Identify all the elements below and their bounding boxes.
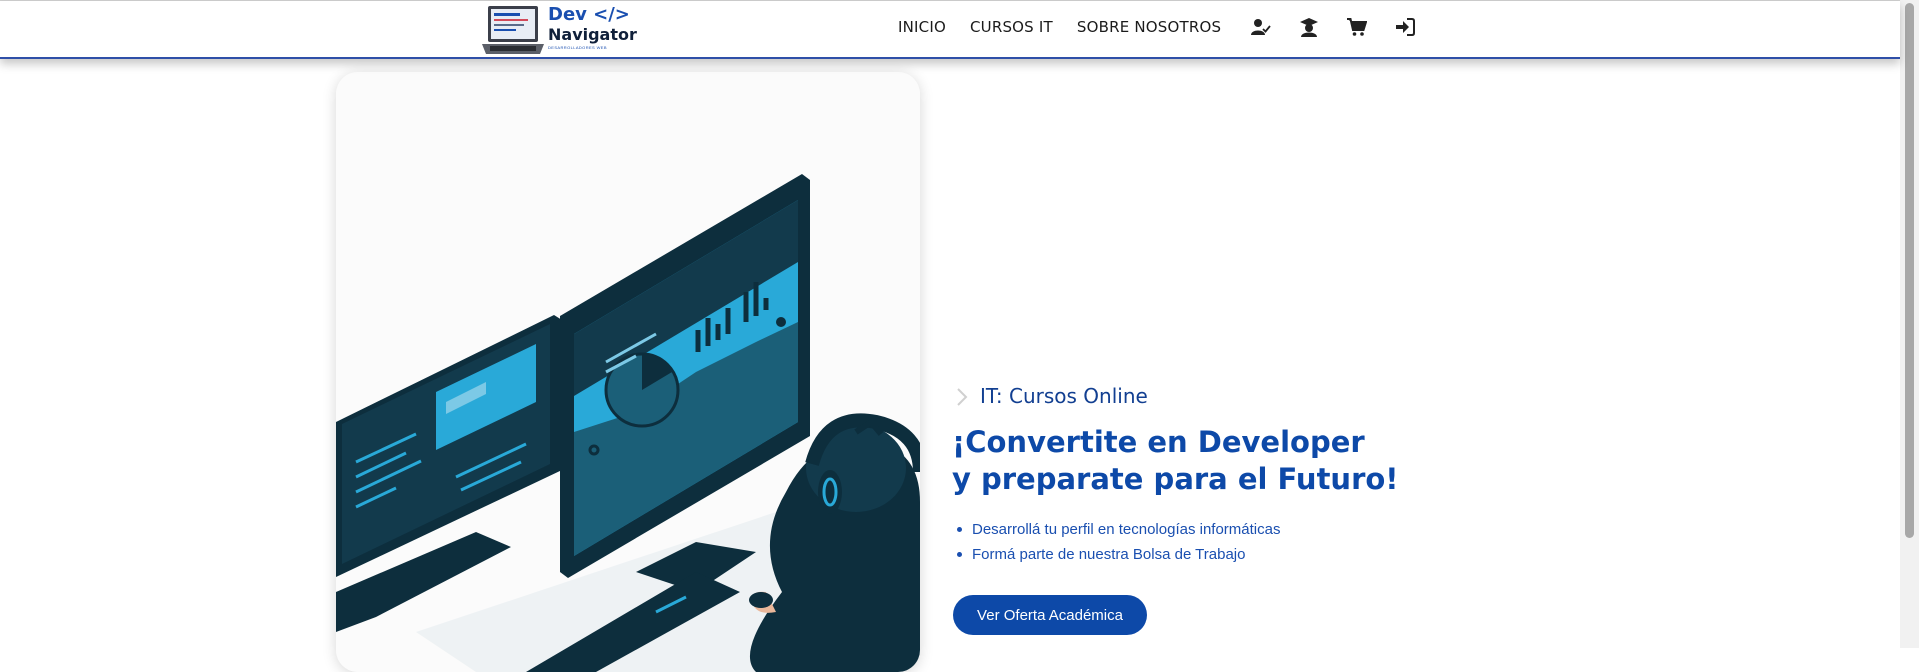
hero-illustration (336, 72, 920, 672)
vertical-scrollbar-thumb[interactable] (1905, 3, 1914, 538)
nav-link-inicio[interactable]: INICIO (898, 18, 946, 36)
nav-link-cursos-it[interactable]: CURSOS IT (970, 18, 1053, 36)
hero-bullet-list: Desarrollá tu perfil en tecnologías info… (955, 517, 1280, 567)
list-item: Formá parte de nuestra Bolsa de Trabajo (955, 542, 1280, 567)
hero-title-line1: ¡Convertite en Developer (952, 425, 1365, 459)
brand-tagline: DESARROLLADORES WEB (548, 45, 607, 50)
brand-logo[interactable]: Dev </> Navigator DESARROLLADORES WEB (482, 3, 637, 55)
brand-name-navigator: Navigator (548, 25, 637, 44)
ver-oferta-academica-button[interactable]: Ver Oferta Académica (953, 595, 1147, 635)
chevron-right-icon (957, 388, 968, 406)
graduation-cap-icon[interactable] (1299, 17, 1319, 37)
laptop-logo-icon (482, 6, 544, 54)
sign-in-icon[interactable] (1395, 17, 1416, 37)
main-menu: INICIO CURSOS IT SOBRE NOSOTROS (898, 17, 1443, 37)
nav-link-sobre-nosotros[interactable]: SOBRE NOSOTROS (1077, 18, 1221, 36)
list-item: Desarrollá tu perfil en tecnologías info… (955, 517, 1280, 542)
user-check-icon[interactable] (1251, 17, 1271, 37)
cart-icon[interactable] (1347, 17, 1368, 37)
brand-name-dev: Dev </> (548, 4, 630, 25)
navbar: Dev </> Navigator DESARROLLADORES WEB IN… (0, 1, 1900, 59)
hero-subtitle: IT: Cursos Online (980, 384, 1148, 408)
hero-title: ¡Convertite en Developer y preparate par… (952, 424, 1399, 498)
hero-title-line2: y preparate para el Futuro! (952, 462, 1399, 496)
